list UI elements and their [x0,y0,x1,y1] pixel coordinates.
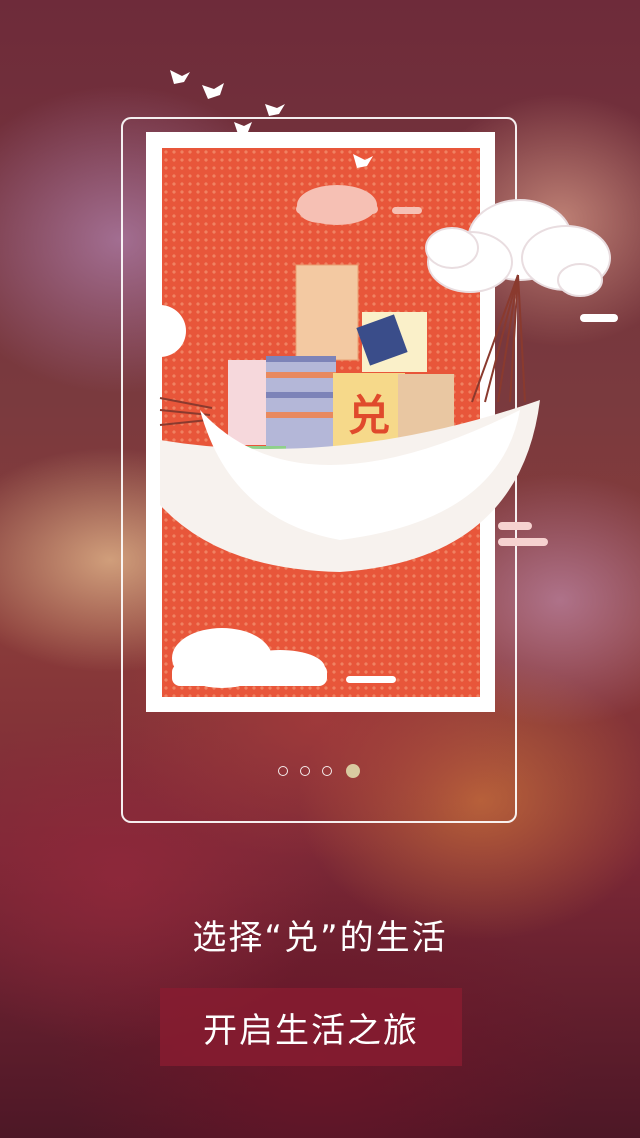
page-dot-active[interactable] [346,764,360,778]
onboarding-headline: 选择“兑”的生活 [192,918,448,958]
illustration-poster [162,148,480,697]
illustration-card [146,132,495,712]
page-indicator [278,764,360,778]
page-dot[interactable] [322,766,332,776]
page-dot[interactable] [278,766,288,776]
page-dot[interactable] [300,766,310,776]
start-journey-button[interactable]: 开启生活之旅 [160,988,462,1066]
